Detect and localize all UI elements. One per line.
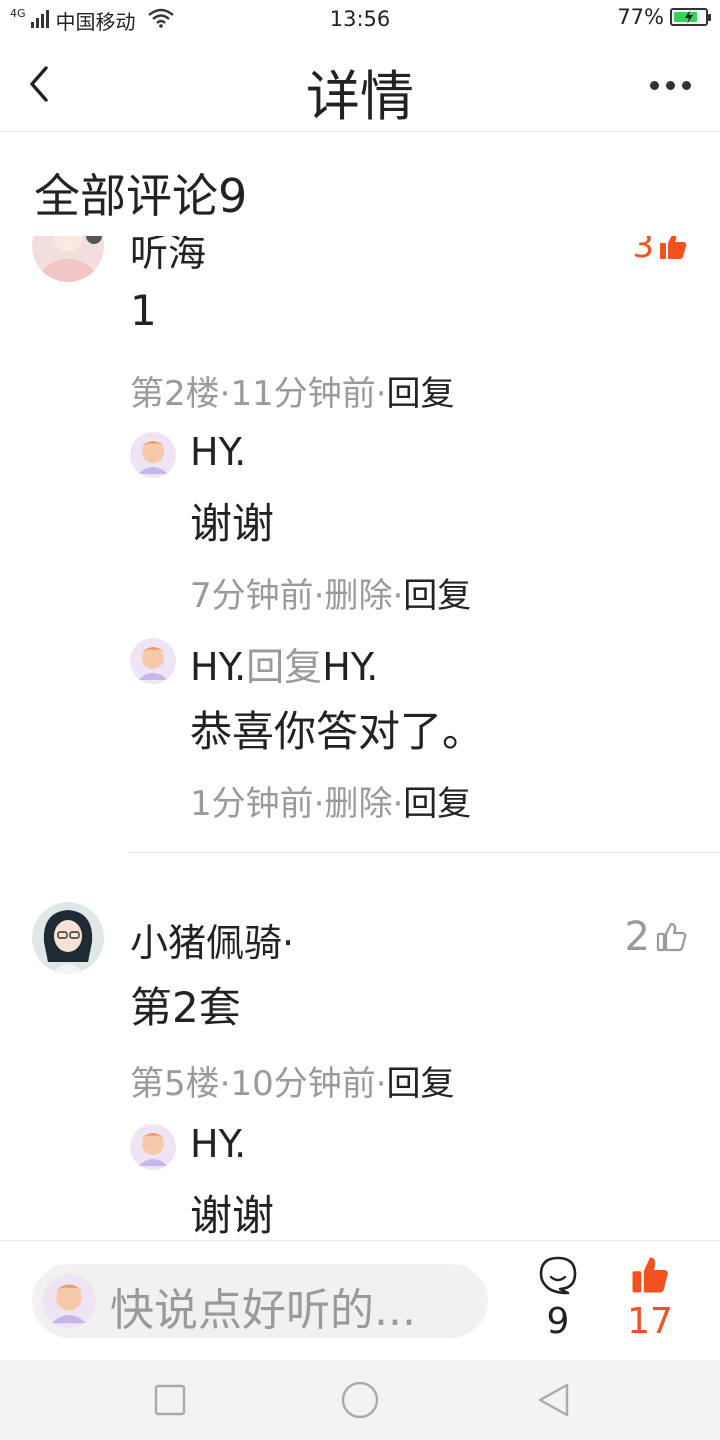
dot-separator: · [392, 784, 404, 824]
back-nav-button[interactable] [534, 1380, 574, 1420]
comment-text: 第2套 [130, 983, 241, 1032]
status-bar: 4G 中国移动 13:56 77% [0, 0, 720, 38]
avatar[interactable] [130, 1124, 176, 1170]
reply-button[interactable]: 回复 [403, 576, 471, 616]
reply-time: 7分钟前 [190, 576, 314, 616]
battery-icon [670, 8, 711, 26]
dot-separator: · [392, 576, 404, 616]
system-navigation-bar [0, 1360, 720, 1440]
reply-item: HY. 谢谢 [128, 1122, 688, 1240]
comment-item: 听海 3 1 第2楼·11分钟前·回复 HY. 谢谢 7分钟前·删除·回复 HY… [0, 236, 720, 876]
comment-author[interactable]: 小猪佩骑· [130, 912, 294, 967]
reply-target-author[interactable]: HY. [322, 645, 378, 689]
comment-item: 小猪佩骑· 2 第2套 第5楼·10分钟前·回复 HY. 谢谢 [0, 896, 720, 1240]
reply-text: 恭喜你答对了。 [190, 707, 485, 756]
dot-separator: · [219, 374, 231, 414]
reply-item: HY. 谢谢 7分钟前·删除·回复 [128, 430, 688, 620]
comment-time: 10分钟前 [230, 1064, 376, 1104]
square-icon [154, 1384, 186, 1416]
more-dot-icon [650, 80, 659, 90]
reply-button[interactable]: 回复 [387, 374, 455, 414]
comment-author[interactable]: 听海 [130, 236, 206, 277]
like-count: 2 [624, 914, 650, 960]
comment-count: 9 [546, 1301, 570, 1342]
dot-separator: · [375, 374, 387, 414]
comment-input-bar: 快说点好听的... 9 17 [0, 1240, 720, 1361]
avatar[interactable] [32, 902, 104, 974]
reply-meta: 7分钟前·删除·回复 [190, 568, 471, 617]
avatar[interactable] [130, 638, 176, 684]
comments-header: 全部评论9 [34, 169, 248, 223]
dot-separator: · [313, 784, 325, 824]
circle-icon [341, 1381, 379, 1419]
thumbs-up-outline-icon [656, 922, 687, 952]
reply-header: HY.回复HY. [190, 636, 378, 691]
reply-to-label: 回复 [246, 645, 323, 689]
reply-author[interactable]: HY. [190, 645, 246, 689]
comment-bubble-icon [539, 1256, 577, 1295]
comment-count-button[interactable]: 9 [518, 1255, 598, 1342]
more-dot-icon [666, 80, 675, 90]
page-title: 详情 [306, 65, 414, 128]
like-control[interactable]: 2 [625, 914, 688, 960]
reply-author[interactable]: HY. [190, 1122, 246, 1166]
triangle-back-icon [538, 1383, 569, 1417]
like-count: 17 [627, 1301, 673, 1342]
avatar[interactable] [32, 236, 104, 282]
dot-separator: · [375, 1064, 387, 1104]
avatar[interactable] [130, 432, 176, 478]
avatar [42, 1274, 96, 1328]
navigation-bar: 详情 [0, 38, 720, 132]
comment-meta: 第2楼·11分钟前·回复 [130, 366, 455, 415]
input-placeholder: 快说点好听的... [110, 1285, 416, 1336]
delete-button[interactable]: 删除 [324, 576, 392, 616]
dot-separator: · [313, 576, 325, 616]
reply-button[interactable]: 回复 [387, 1064, 455, 1104]
more-dot-icon [682, 80, 691, 90]
comment-input[interactable]: 快说点好听的... [32, 1264, 488, 1338]
comment-time: 11分钟前 [230, 374, 376, 414]
comment-list[interactable]: 听海 3 1 第2楼·11分钟前·回复 HY. 谢谢 7分钟前·删除·回复 HY… [0, 236, 720, 1240]
like-count-button[interactable]: 17 [610, 1255, 690, 1342]
reply-text: 谢谢 [190, 499, 275, 548]
reply-meta: 1分钟前·删除·回复 [190, 776, 471, 825]
reply-item: HY.回复HY. 恭喜你答对了。 1分钟前·删除·回复 [128, 636, 688, 826]
floor-number: 第2楼 [130, 374, 220, 414]
reply-text: 谢谢 [190, 1191, 275, 1240]
like-control[interactable]: 3 [632, 236, 688, 266]
reply-button[interactable]: 回复 [403, 784, 471, 824]
reply-author[interactable]: HY. [190, 430, 246, 474]
thumbs-up-filled-icon [660, 236, 687, 259]
dot-separator: · [219, 1064, 231, 1104]
thumbs-up-filled-icon [632, 1257, 668, 1293]
reply-time: 1分钟前 [190, 784, 314, 824]
home-button[interactable] [340, 1380, 380, 1420]
comment-divider [128, 852, 720, 853]
comment-text: 1 [130, 286, 157, 335]
clock: 13:56 [329, 7, 391, 31]
recent-apps-button[interactable] [150, 1380, 190, 1420]
like-count: 3 [632, 236, 654, 266]
delete-button[interactable]: 删除 [324, 784, 392, 824]
more-options-button[interactable] [650, 72, 698, 98]
battery-percent: 77% [617, 5, 664, 29]
floor-number: 第5楼 [130, 1064, 220, 1104]
comment-meta: 第5楼·10分钟前·回复 [130, 1056, 455, 1105]
